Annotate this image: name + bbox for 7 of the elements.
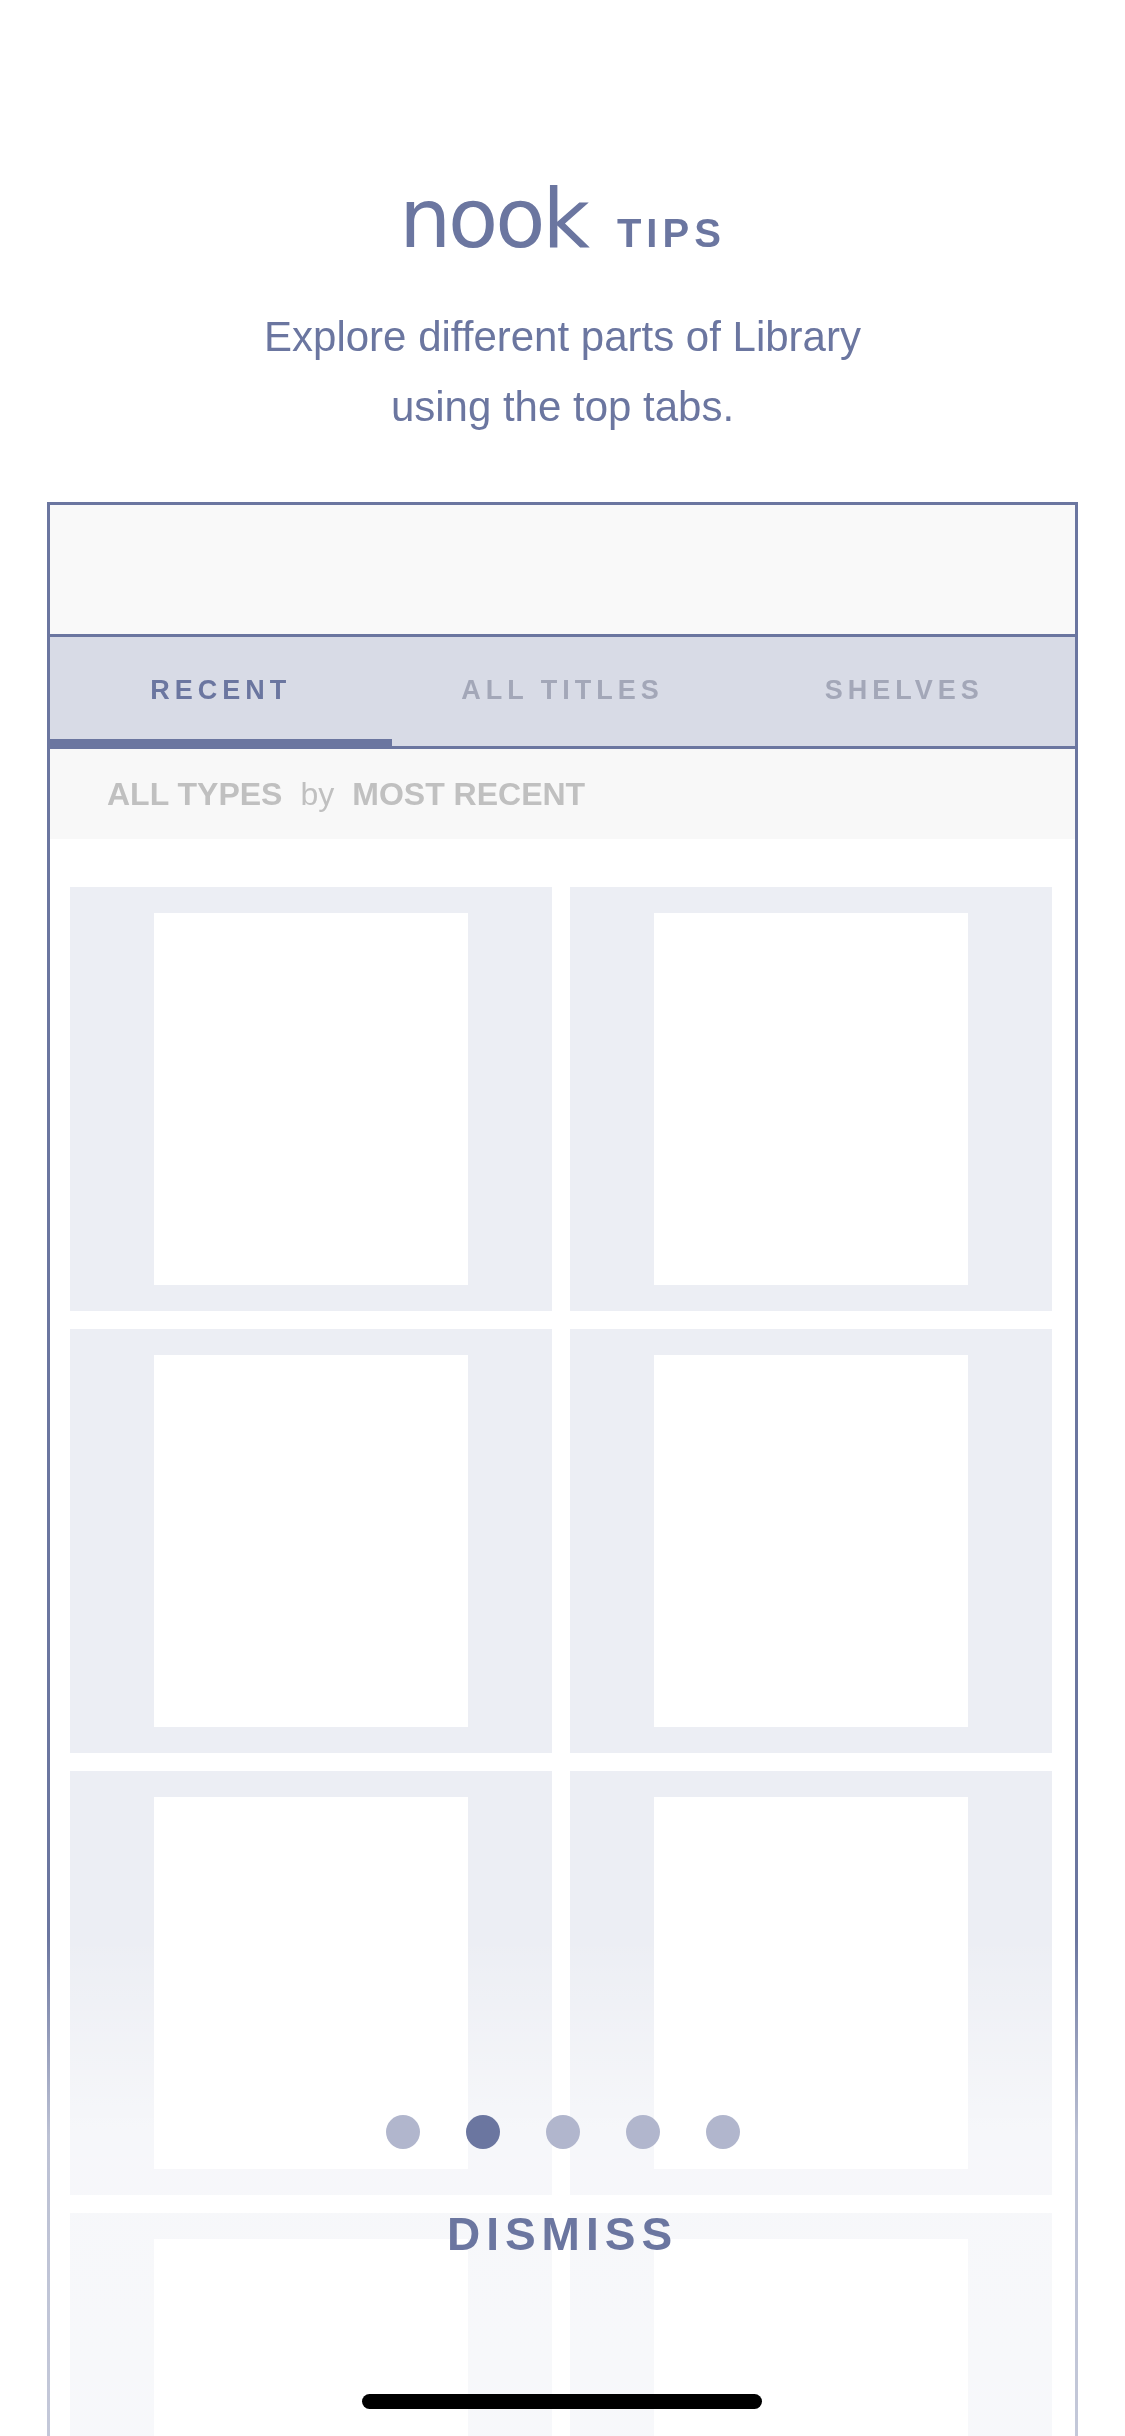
nook-logo: nook [399,178,587,260]
tip-message: Explore different parts of Library using the top tabs. [263,312,862,432]
filter-joiner: by [300,775,335,813]
tips-label: TIPS [616,211,726,256]
dismiss-button[interactable]: DISMISS [436,2201,689,2267]
type-filter[interactable]: ALL TYPES [107,775,283,813]
sort-filter[interactable]: MOST RECENT [352,775,586,813]
